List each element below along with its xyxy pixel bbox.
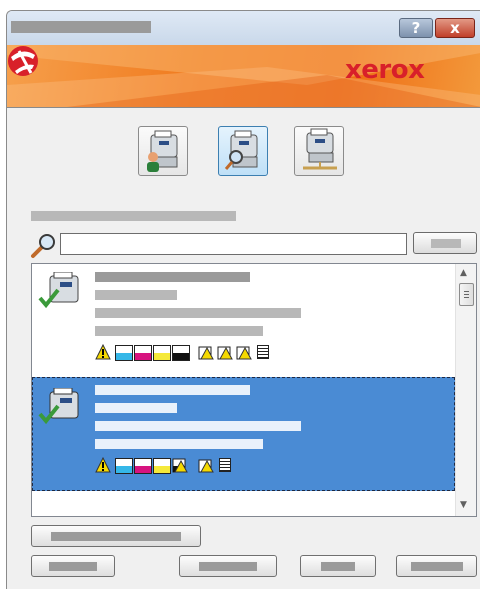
toner-cyan [115, 345, 133, 361]
list-item-selected[interactable] [32, 377, 455, 491]
warning-icon [95, 457, 111, 473]
search-input[interactable] [60, 233, 407, 255]
consumables-row [95, 344, 295, 361]
wide-action-button[interactable] [31, 525, 201, 547]
section-label [31, 211, 236, 221]
printer-location [95, 326, 263, 336]
network-printer-icon [303, 128, 337, 170]
printer-status [95, 290, 177, 300]
toner-black-warning-icon [172, 458, 188, 473]
network-printer-button[interactable] [294, 126, 344, 176]
help-button[interactable]: ? [399, 18, 433, 38]
paper-tray-icon [219, 458, 231, 472]
scroll-down-arrow-icon[interactable]: ▼ [460, 500, 467, 510]
action-button-2[interactable] [179, 555, 277, 577]
search-printer-button[interactable] [218, 126, 268, 176]
brand-banner: xerox [7, 45, 480, 107]
printer-search-icon [224, 130, 258, 170]
paper-tray-icon [257, 345, 269, 359]
window-title [11, 21, 151, 33]
toner-black [172, 345, 190, 361]
printer-name [95, 272, 250, 282]
xerox-logo-icon [8, 46, 38, 76]
action-button-4-label [411, 562, 463, 571]
printer-location [95, 439, 263, 449]
action-button-3-label [321, 562, 355, 571]
printer-person-icon [147, 130, 178, 172]
toner-magenta [134, 345, 152, 361]
close-button[interactable]: x [435, 18, 475, 38]
warning-icon [95, 344, 111, 360]
action-button-1[interactable] [31, 555, 115, 577]
action-button-3[interactable] [300, 555, 376, 577]
consumables-row [95, 457, 295, 474]
printer-status [95, 403, 177, 413]
printer-name [95, 385, 250, 395]
list-scrollbar[interactable]: ▲ ▼ [455, 264, 476, 516]
wide-action-label [51, 532, 181, 541]
action-button-1-label [49, 562, 97, 571]
toner-magenta [134, 458, 152, 474]
printer-list[interactable]: ▲ ▼ [31, 263, 477, 517]
printer-icon [38, 272, 79, 309]
brand-wordmark: xerox [345, 55, 425, 85]
printer-address [95, 308, 301, 318]
drum-warning-icon [198, 459, 214, 473]
toner-yellow [153, 345, 171, 361]
direct-printer-button[interactable] [138, 126, 188, 176]
title-bar[interactable]: ? x [7, 11, 480, 45]
magnifier-icon [31, 234, 55, 258]
scroll-thumb[interactable] [459, 283, 474, 306]
banner-divider [7, 107, 480, 108]
toner-yellow [153, 458, 171, 474]
search-button[interactable] [413, 232, 477, 254]
dialog-window: ? x xerox ▲ ▼ [6, 10, 480, 589]
action-button-2-label [199, 562, 257, 571]
search-button-label [431, 239, 461, 248]
action-button-4[interactable] [396, 555, 477, 577]
waste-warning-icon [236, 346, 252, 360]
list-item[interactable] [32, 264, 455, 378]
drum-warning-icon [198, 346, 214, 360]
fuser-warning-icon [217, 346, 233, 360]
printer-address [95, 421, 301, 431]
printer-icon [38, 388, 79, 425]
toner-cyan [115, 458, 133, 474]
scroll-up-arrow-icon[interactable]: ▲ [460, 268, 467, 278]
